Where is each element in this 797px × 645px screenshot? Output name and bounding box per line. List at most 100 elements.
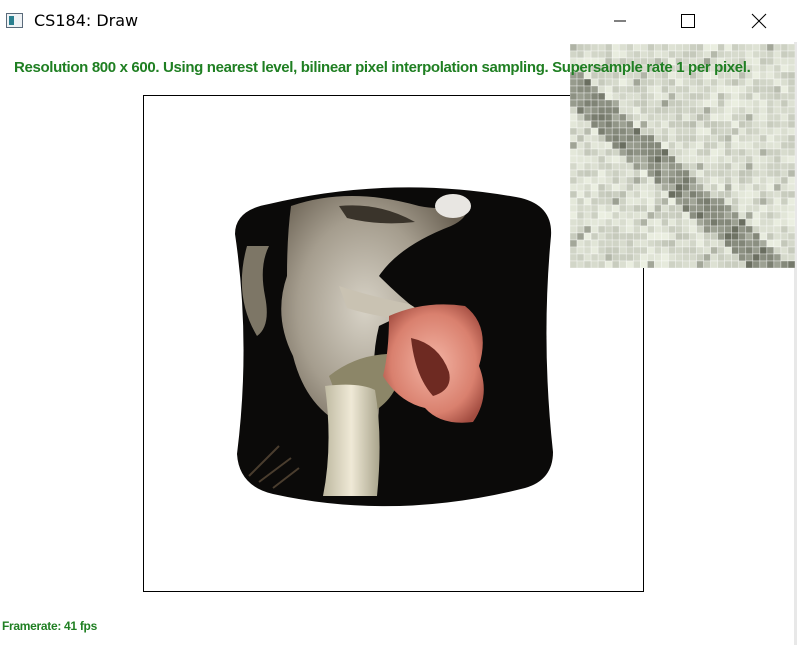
zoom-pixel-cell (724, 225, 733, 234)
zoom-pixel-cell (661, 162, 669, 171)
zoom-pixel-cell (724, 92, 733, 101)
close-button[interactable] (736, 0, 782, 42)
zoom-pixel-cell (640, 169, 648, 178)
zoom-pixel-cell (766, 218, 775, 227)
zoom-pixel-cell (604, 197, 613, 206)
zoom-pixel-cell (703, 239, 711, 248)
zoom-pixel-cell (597, 78, 606, 87)
zoom-pixel-cell (724, 134, 733, 143)
zoom-pixel-cell (787, 239, 795, 248)
zoom-pixel-cell (597, 120, 606, 129)
zoom-pixel-cell (604, 225, 613, 234)
zoom-pixel-cell (710, 127, 718, 136)
title-bar[interactable]: CS184: Draw (0, 0, 797, 42)
zoom-pixel-cell (675, 148, 683, 157)
zoom-pixel-cell (590, 44, 599, 52)
zoom-pixel-cell (618, 120, 627, 129)
zoom-pixel-cell (570, 106, 578, 115)
zoom-pixel-cell (710, 120, 718, 129)
zoom-pixel-cell (654, 253, 662, 262)
zoom-pixel-cell (738, 92, 747, 101)
zoom-pixel-cell (570, 239, 578, 248)
minimize-button[interactable] (597, 0, 643, 42)
zoom-pixel-cell (618, 78, 627, 87)
zoom-pixel-cell (604, 141, 613, 150)
zoom-pixel-cell (766, 204, 775, 213)
zoom-pixel-cell (647, 232, 655, 241)
zoom-pixel-cell (766, 162, 775, 171)
zoom-pixel-cell (583, 155, 592, 164)
zoom-pixel-cell (717, 183, 725, 192)
zoom-pixel-cell (752, 253, 761, 262)
zoom-pixel-cell (745, 44, 754, 52)
zoom-pixel-cell (738, 204, 747, 213)
zoom-pixel-cell (780, 239, 789, 248)
zoom-pixel-cell (766, 44, 775, 52)
zoom-pixel-cell (576, 99, 585, 108)
maximize-button[interactable] (665, 0, 711, 42)
zoom-pixel-cell (745, 127, 754, 136)
zoom-pixel-cell (590, 176, 599, 185)
zoom-pixel-cell (661, 218, 669, 227)
zoom-pixel-cell (675, 218, 683, 227)
zoom-pixel-cell (689, 155, 697, 164)
zoom-pixel-cell (745, 99, 754, 108)
zoom-pixel-cell (773, 155, 782, 164)
zoom-pixel-cell (590, 127, 599, 136)
zoom-pixel-cell (661, 246, 669, 255)
zoom-pixel-cell (682, 44, 690, 52)
zoom-pixel-cell (640, 218, 648, 227)
zoom-pixel-cell (661, 239, 669, 248)
zoom-pixel-cell (604, 204, 613, 213)
zoom-pixel-cell (703, 44, 711, 52)
zoom-pixel-cell (576, 134, 585, 143)
drawing-canvas[interactable] (143, 95, 644, 592)
zoom-pixel-cell (731, 120, 740, 129)
zoom-pixel-cell (696, 253, 704, 262)
zoom-pixel-cell (738, 253, 747, 262)
zoom-pixel-cell (766, 99, 775, 108)
zoom-pixel-cell (766, 141, 775, 150)
zoom-pixel-cell (625, 176, 634, 185)
close-icon (751, 13, 767, 29)
zoom-pixel-cell (787, 78, 795, 87)
zoom-pixel-cell (647, 50, 655, 59)
zoom-pixel-cell (632, 113, 641, 122)
zoom-pixel-cell (787, 64, 795, 73)
zoom-pixel-cell (604, 85, 613, 94)
zoom-pixel-cell (696, 50, 704, 59)
zoom-pixel-cell (597, 225, 606, 234)
zoom-pixel-cell (618, 225, 627, 234)
zoom-pixel-cell (773, 232, 782, 241)
zoom-pixel-cell (717, 127, 725, 136)
zoom-pixel-cell (689, 106, 697, 115)
zoom-pixel-cell (576, 50, 585, 59)
zoom-pixel-cell (731, 197, 740, 206)
zoom-pixel-cell (752, 260, 761, 268)
zoom-pixel-cell (738, 260, 747, 268)
zoom-pixel-cell (583, 218, 592, 227)
zoom-pixel-cell (576, 113, 585, 122)
zoom-pixel-cell (766, 197, 775, 206)
zoom-pixel-cell (654, 211, 662, 220)
zoom-pixel-cell (661, 204, 669, 213)
zoom-pixel-cell (731, 169, 740, 178)
zoom-pixel-cell (570, 120, 578, 129)
zoom-pixel-cell (731, 162, 740, 171)
zoom-pixel-cell (682, 155, 690, 164)
zoom-pixel-cell (773, 92, 782, 101)
zoom-pixel-cell (738, 239, 747, 248)
zoom-pixel-cell (590, 162, 599, 171)
zoom-pixel-cell (787, 85, 795, 94)
zoom-pixel-cell (611, 78, 620, 87)
zoom-pixel-cell (668, 183, 676, 192)
zoom-pixel-cell (583, 85, 592, 94)
zoom-pixel-cell (731, 225, 740, 234)
zoom-pixel-cell (570, 134, 578, 143)
zoom-pixel-cell (787, 127, 795, 136)
zoom-pixel-cell (661, 155, 669, 164)
zoom-pixel-cell (647, 190, 655, 199)
zoom-pixel-cell (590, 239, 599, 248)
zoom-pixel-cell (625, 127, 634, 136)
zoom-pixel-cell (696, 183, 704, 192)
